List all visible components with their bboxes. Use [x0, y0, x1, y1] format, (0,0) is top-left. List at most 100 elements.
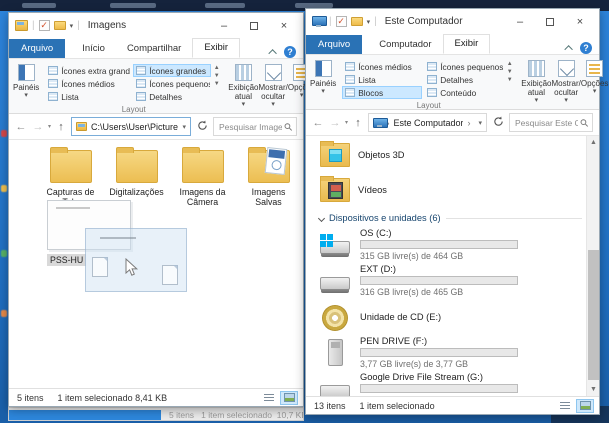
layout-option[interactable]: Lista — [45, 90, 131, 103]
layout-option[interactable]: Lista — [342, 73, 422, 86]
icons-view-toggle[interactable] — [280, 391, 298, 405]
gallery-scroll-up-icon[interactable]: ▲ — [214, 65, 220, 71]
refresh-button[interactable] — [194, 118, 210, 136]
collapse-ribbon-icon[interactable] — [268, 49, 276, 57]
back-button[interactable]: ← — [311, 117, 325, 129]
folder-objetos-3d[interactable]: Objetos 3D — [318, 138, 586, 172]
layout-option[interactable]: Ícones pequenos — [133, 77, 211, 90]
vertical-scrollbar[interactable]: ▲ ▼ — [586, 136, 599, 396]
drive-gdrive-g[interactable]: Google Drive File Stream (G:) 299 GB liv… — [318, 372, 586, 396]
drive-pen-f[interactable]: PEN DRIVE (F:) 3,77 GB livre(s) de 3,77 … — [318, 336, 586, 369]
address-dropdown-icon[interactable]: ▾ — [182, 123, 186, 131]
new-folder-icon[interactable] — [351, 17, 363, 26]
titlebar[interactable]: | ✓ ▾ | Imagens – × — [9, 13, 303, 38]
desktop-icon-fragment — [1, 250, 7, 257]
tab-compartilhar[interactable]: Compartilhar — [116, 40, 192, 58]
drive-list-area[interactable]: Objetos 3D Vídeos Dispositivos e unidade… — [306, 136, 599, 396]
tab-arquivo[interactable]: Arquivo — [9, 39, 65, 58]
folder-videos[interactable]: Vídeos — [318, 173, 586, 207]
layout-option[interactable]: Ícones pequenos — [424, 60, 504, 73]
show-hide-icon — [558, 60, 575, 77]
details-view-toggle[interactable] — [260, 391, 278, 405]
up-button[interactable]: ↑ — [351, 117, 365, 129]
layout-option[interactable]: Ícones médios — [45, 77, 131, 90]
titlebar[interactable]: | ✓ ▾ | Este Computador – × — [306, 9, 599, 34]
recent-locations-caret-icon[interactable]: ▾ — [48, 123, 51, 130]
close-button[interactable]: × — [269, 16, 299, 36]
gallery-scroll-up-icon[interactable]: ▲ — [507, 61, 513, 67]
breadcrumb[interactable]: Este Computador — [393, 118, 463, 128]
layout-option[interactable]: Detalhes — [424, 73, 504, 86]
collapse-ribbon-icon[interactable] — [564, 45, 572, 53]
drive-cd-e[interactable]: Unidade de CD (E:) — [318, 300, 586, 333]
tab-inicio[interactable]: Início — [71, 40, 116, 58]
scroll-down-icon[interactable]: ▼ — [587, 383, 599, 396]
scroll-up-icon[interactable]: ▲ — [587, 136, 599, 149]
search-input[interactable] — [219, 122, 282, 132]
gallery-scroll-down-icon[interactable]: ▼ — [507, 69, 513, 75]
tab-exibir[interactable]: Exibir — [192, 38, 240, 58]
icons-view-toggle[interactable] — [576, 399, 594, 413]
drive-ext-d[interactable]: EXT (D:) 316 GB livre(s) de 465 GB — [318, 264, 586, 297]
tab-arquivo[interactable]: Arquivo — [306, 35, 362, 54]
file-list-area[interactable]: Capturas de Tela Digitalizações Imagens … — [9, 140, 303, 388]
gallery-more-icon[interactable]: ▼ — [507, 77, 513, 83]
back-button[interactable]: ← — [14, 121, 28, 133]
close-button[interactable]: × — [565, 12, 595, 32]
drive-os-c[interactable]: OS (C:) 315 GB livre(s) de 464 GB — [318, 228, 586, 261]
layout-option[interactable]: Ícones extra grandes — [45, 64, 131, 77]
refresh-button[interactable] — [490, 114, 506, 132]
address-bar[interactable]: C:\Users\User\Pictures ▾ — [71, 117, 191, 136]
paineis-button[interactable]: Painéis ▾ — [310, 57, 336, 109]
tab-exibir[interactable]: Exibir — [443, 34, 491, 54]
maximize-button[interactable] — [239, 16, 269, 36]
search-input[interactable] — [515, 118, 578, 128]
customize-qat-caret-icon[interactable]: ▾ — [70, 22, 74, 30]
address-bar[interactable]: › Este Computador › ▾ — [368, 113, 487, 132]
exibicao-atual-button[interactable]: Exibição atual ▾ — [521, 57, 551, 109]
folder-imagens-da-camera[interactable]: Imagens da Câmera — [175, 144, 230, 207]
customize-qat-caret-icon[interactable]: ▾ — [367, 18, 371, 26]
scrollbar-thumb[interactable] — [588, 250, 599, 380]
folder-with-picture-icon — [248, 150, 290, 183]
layout-option[interactable]: Ícones médios — [342, 60, 422, 73]
minimize-button[interactable]: – — [505, 12, 535, 32]
navigation-bar: ← → ▾ ↑ › Este Computador › ▾ — [306, 110, 599, 136]
capacity-bar — [360, 384, 518, 393]
exibicao-atual-button[interactable]: Exibição atual ▾ — [228, 61, 258, 113]
breadcrumb-expand-icon[interactable]: › — [467, 118, 470, 128]
collapse-section-icon[interactable] — [318, 214, 325, 221]
minimize-button[interactable]: – — [209, 16, 239, 36]
details-view-toggle[interactable] — [556, 399, 574, 413]
properties-icon[interactable]: ✓ — [336, 16, 347, 27]
forward-button[interactable]: → — [328, 117, 342, 129]
new-folder-icon[interactable] — [54, 21, 66, 30]
address-dropdown-icon[interactable]: ▾ — [478, 119, 482, 127]
layout-option[interactable]: Detalhes — [133, 90, 211, 103]
maximize-button[interactable] — [535, 12, 565, 32]
folder-digitalizacoes[interactable]: Digitalizações — [109, 144, 164, 207]
tab-computador[interactable]: Computador — [368, 36, 442, 54]
up-button[interactable]: ↑ — [54, 121, 68, 133]
opcoes-button[interactable]: Opções ▾ — [581, 57, 609, 109]
help-icon[interactable]: ? — [284, 46, 296, 58]
layout-option[interactable]: Conteúdo — [424, 86, 504, 99]
gallery-scroll-down-icon[interactable]: ▼ — [214, 73, 220, 79]
properties-icon[interactable]: ✓ — [39, 20, 50, 31]
folder-imagens-salvas[interactable]: Imagens Salvas — [241, 144, 296, 207]
view-icon — [345, 88, 355, 97]
devices-and-drives-section[interactable]: Dispositivos e unidades (6) — [318, 213, 586, 223]
gallery-more-icon[interactable]: ▼ — [214, 81, 220, 87]
help-icon[interactable]: ? — [580, 42, 592, 54]
mostrar-ocultar-button[interactable]: Mostrar/ ocultar ▾ — [552, 57, 581, 109]
window-title: Imagens — [88, 20, 126, 31]
mostrar-ocultar-button[interactable]: Mostrar/ ocultar ▾ — [259, 61, 288, 113]
folder-capturas-de-tela[interactable]: Capturas de Tela — [43, 144, 98, 207]
search-box[interactable] — [213, 117, 297, 136]
paineis-button[interactable]: Painéis ▾ — [13, 61, 39, 113]
search-box[interactable] — [509, 113, 593, 132]
recent-locations-caret-icon[interactable]: ▾ — [345, 119, 348, 126]
forward-button[interactable]: → — [31, 121, 45, 133]
layout-option[interactable]: Blocos — [342, 86, 422, 99]
layout-option[interactable]: Ícones grandes — [133, 64, 211, 77]
